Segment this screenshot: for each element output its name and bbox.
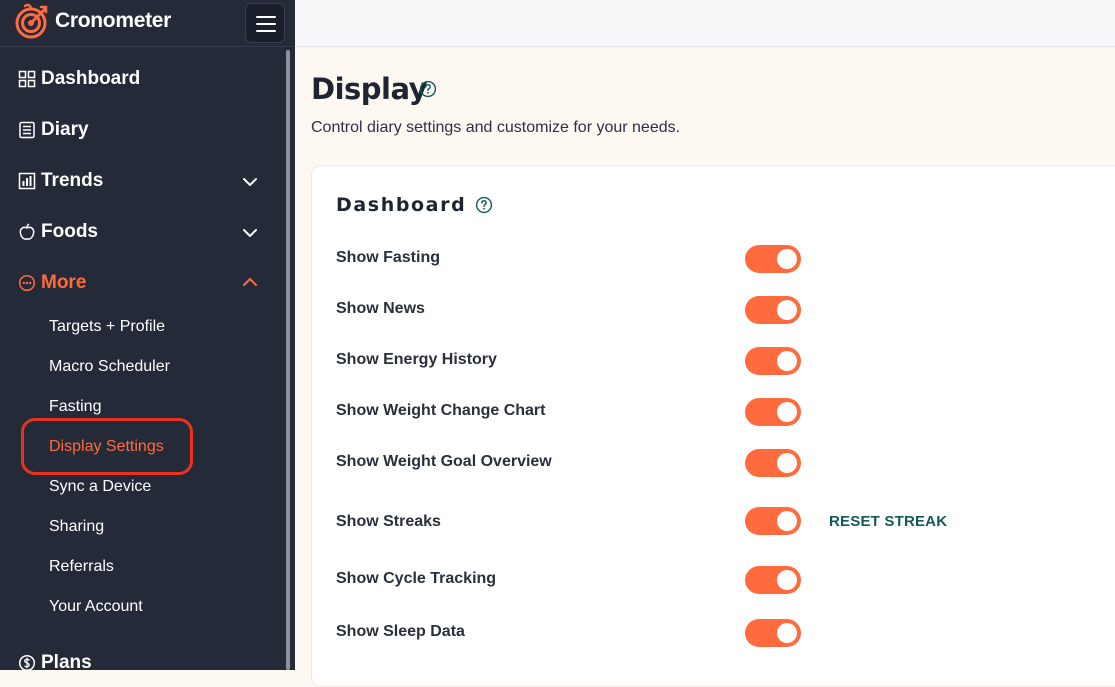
sidebar: Cronometer Dashboard Diary Trends Foods … [0,0,295,670]
display-settings-highlight [21,418,193,475]
dashboard-grid-icon [18,70,36,88]
setting-label-show-fasting: Show Fasting [336,249,440,266]
sidebar-item-foods[interactable]: Foods [0,212,280,252]
setting-label-show-news: Show News [336,300,425,317]
sidebar-item-label: Plans [41,652,92,670]
bar-chart-icon [18,172,36,190]
hamburger-icon-line [256,30,276,32]
toggle-knob [777,402,797,422]
toggle-knob [777,351,797,371]
toggle-knob [777,453,797,473]
toggle-show-streaks[interactable] [745,507,801,535]
sidebar-item-trends[interactable]: Trends [0,161,280,201]
cronometer-logo-icon[interactable] [14,3,50,39]
sidebar-item-more[interactable]: More [0,263,280,303]
toggle-knob [777,300,797,320]
sidebar-subitem-fasting[interactable]: Fasting [49,398,101,416]
chevron-down-icon[interactable] [242,174,258,190]
sidebar-item-diary[interactable]: Diary [0,110,280,150]
sidebar-subitem-sharing[interactable]: Sharing [49,518,104,536]
chevron-down-icon[interactable] [242,225,258,241]
toggle-show-weight-change-chart[interactable] [745,398,801,426]
sidebar-subitem-macro-scheduler[interactable]: Macro Scheduler [49,358,170,376]
toggle-show-energy-history[interactable] [745,347,801,375]
toggle-show-news[interactable] [745,296,801,324]
setting-label-show-streaks: Show Streaks [336,513,441,530]
reset-streak-button[interactable]: RESET STREAK [829,513,947,530]
sidebar-item-label: Dashboard [41,68,141,89]
help-icon[interactable] [475,196,493,214]
sidebar-subitem-targets-profile[interactable]: Targets + Profile [49,318,165,336]
hamburger-icon [256,16,276,18]
sidebar-item-label: Trends [41,170,104,191]
chevron-up-icon[interactable] [242,274,258,290]
sidebar-header: Cronometer [0,0,295,47]
diary-list-icon [19,121,35,139]
toggle-show-weight-goal-overview[interactable] [745,449,801,477]
toggle-show-fasting[interactable] [745,245,801,273]
dollar-icon [18,654,36,670]
app-name[interactable]: Cronometer [55,9,171,33]
sidebar-item-label: More [41,272,87,293]
setting-label-show-weight-goal-overview: Show Weight Goal Overview [336,453,552,470]
card-title: Dashboard [336,194,467,216]
dashboard-settings-card [311,165,1115,687]
sidebar-item-label: Diary [41,119,89,140]
page-subtitle: Control diary settings and customize for… [311,119,681,136]
setting-label-show-weight-change-chart: Show Weight Change Chart [336,402,546,419]
setting-label-show-energy-history: Show Energy History [336,351,497,368]
toggle-knob [777,511,797,531]
toggle-show-sleep-data[interactable] [745,619,801,647]
menu-toggle-button[interactable] [245,3,285,43]
page-title: Display [311,72,428,106]
sidebar-item-label: Foods [41,221,98,242]
sidebar-subitem-referrals[interactable]: Referrals [49,558,114,576]
sidebar-item-dashboard[interactable]: Dashboard [0,59,280,99]
sidebar-subitem-your-account[interactable]: Your Account [49,598,143,616]
apple-icon [19,223,35,240]
sidebar-scrollbar[interactable] [286,50,290,670]
toggle-knob [777,570,797,590]
toggle-knob [777,249,797,269]
toggle-knob [777,623,797,643]
sidebar-subitem-sync-device[interactable]: Sync a Device [49,478,151,496]
help-icon[interactable] [419,80,437,98]
setting-label-show-sleep-data: Show Sleep Data [336,623,465,640]
hamburger-icon-line [256,23,276,25]
top-bar [295,0,1115,47]
more-dots-icon [18,274,36,292]
setting-label-show-cycle-tracking: Show Cycle Tracking [336,570,497,587]
sidebar-item-plans[interactable]: Plans [0,643,280,670]
toggle-show-cycle-tracking[interactable] [745,566,801,594]
